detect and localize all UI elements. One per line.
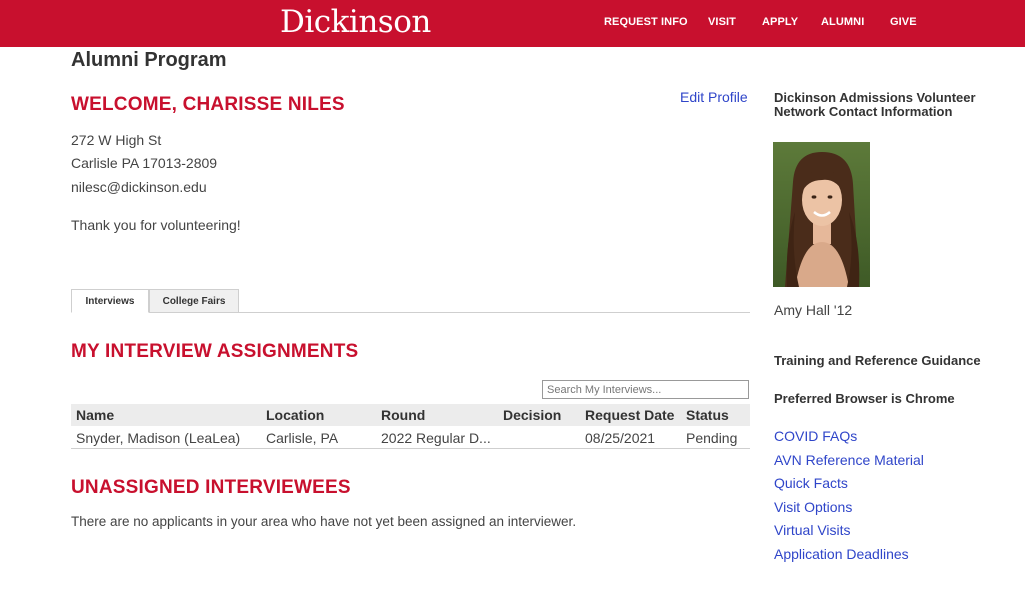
welcome-heading: WELCOME, CHARISSE NILES <box>71 94 345 115</box>
column-header-decision[interactable]: Decision <box>503 407 561 423</box>
search-interviews-input[interactable] <box>542 380 749 399</box>
tab-college-fairs[interactable]: College Fairs <box>149 289 239 313</box>
table-header: Name Location Round Decision Request Dat… <box>71 404 750 426</box>
column-header-request-date[interactable]: Request Date <box>585 407 674 423</box>
cell-name[interactable]: Snyder, Madison (LeaLea) <box>76 430 240 446</box>
contact-name: Amy Hall '12 <box>774 302 853 318</box>
unassigned-message: There are no applicants in your area who… <box>71 514 577 529</box>
brand-logo[interactable]: Dickinson <box>280 4 431 40</box>
edit-profile-link[interactable]: Edit Profile <box>680 89 748 105</box>
assignments-heading: MY INTERVIEW ASSIGNMENTS <box>71 341 359 362</box>
column-header-round[interactable]: Round <box>381 407 425 423</box>
link-virtual-visits[interactable]: Virtual Visits <box>774 522 851 538</box>
unassigned-heading: UNASSIGNED INTERVIEWEES <box>71 477 351 498</box>
cell-location: Carlisle, PA <box>266 430 339 446</box>
column-header-location[interactable]: Location <box>266 407 324 423</box>
contact-heading: Dickinson Admissions Volunteer Network C… <box>774 90 976 119</box>
contact-photo <box>773 142 870 287</box>
link-application-deadlines[interactable]: Application Deadlines <box>774 546 909 562</box>
address-line-1: 272 W High St <box>71 132 162 148</box>
nav-request-info[interactable]: REQUEST INFO <box>604 16 688 28</box>
thanks-text: Thank you for volunteering! <box>71 217 241 233</box>
nav-alumni[interactable]: ALUMNI <box>821 16 864 28</box>
link-covid-faqs[interactable]: COVID FAQs <box>774 428 857 444</box>
link-avn-reference[interactable]: AVN Reference Material <box>774 452 924 468</box>
training-heading: Training and Reference Guidance <box>774 353 981 368</box>
column-header-status[interactable]: Status <box>686 407 729 423</box>
tab-bar: Interviews College Fairs <box>71 289 750 313</box>
email-text: nilesc@dickinson.edu <box>71 179 207 195</box>
cell-request-date: 08/25/2021 <box>585 430 656 446</box>
cell-round: 2022 Regular D... <box>381 430 491 446</box>
page-title: Alumni Program <box>71 49 227 71</box>
nav-give[interactable]: GIVE <box>890 16 917 28</box>
link-visit-options[interactable]: Visit Options <box>774 499 852 515</box>
nav-apply[interactable]: APPLY <box>762 16 798 28</box>
browser-heading: Preferred Browser is Chrome <box>774 391 955 406</box>
table-row[interactable]: Snyder, Madison (LeaLea) Carlisle, PA 20… <box>71 426 750 449</box>
top-header-bar: Dickinson REQUEST INFO VISIT APPLY ALUMN… <box>0 0 1025 47</box>
tab-interviews[interactable]: Interviews <box>71 289 149 313</box>
contact-photo-image <box>773 142 870 287</box>
address-line-2: Carlisle PA 17013-2809 <box>71 155 218 171</box>
column-header-name[interactable]: Name <box>76 407 114 423</box>
cell-status: Pending <box>686 430 738 446</box>
link-quick-facts[interactable]: Quick Facts <box>774 475 848 491</box>
nav-visit[interactable]: VISIT <box>708 16 736 28</box>
